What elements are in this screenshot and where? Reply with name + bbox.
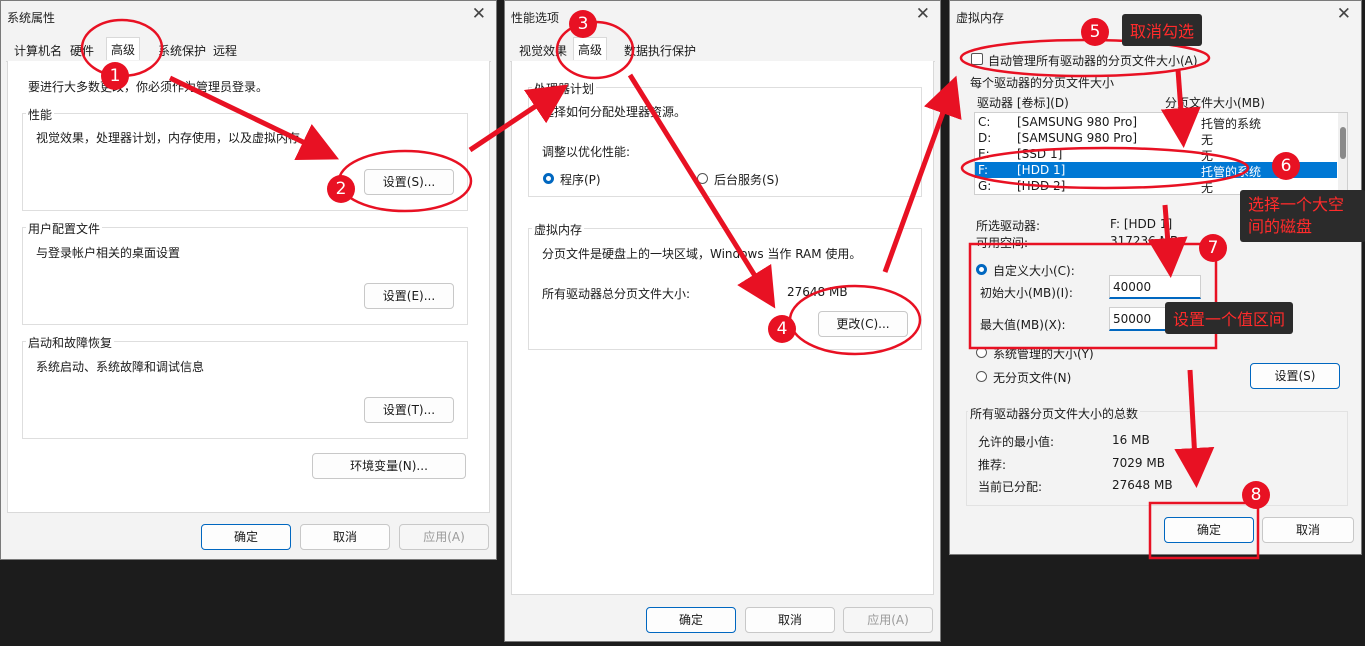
step-badge-3: 3 [569, 10, 597, 38]
step-badge-8: 8 [1242, 481, 1270, 509]
step-badge-1: 1 [101, 62, 129, 90]
step-badge-7: 7 [1199, 234, 1227, 262]
step-badge-4: 4 [768, 315, 796, 343]
arrow-6-to-7 [1147, 204, 1188, 278]
callout-set-range: 设置一个值区间 [1165, 302, 1294, 334]
highlight-change-button [788, 284, 922, 356]
callout-choose-disk: 选择一个大空 间的磁盘 [1240, 190, 1365, 242]
arrow-4-to-5 [882, 75, 962, 273]
step-badge-5: 5 [1081, 18, 1109, 46]
arrow-3-to-4 [627, 73, 776, 309]
highlight-drive-f [960, 146, 1250, 190]
highlight-settings-button [337, 149, 473, 213]
arrow-7-to-8 [1174, 369, 1215, 488]
highlight-ok-button [1148, 501, 1260, 560]
callout-choose-disk-line2: 间的磁盘 [1248, 217, 1313, 236]
arrow-5-to-6 [1160, 69, 1201, 148]
step-badge-6: 6 [1272, 152, 1300, 180]
arrow-2-to-3 [468, 84, 569, 153]
step-badge-2: 2 [327, 175, 355, 203]
arrow-1-to-2 [168, 75, 340, 161]
callout-choose-disk-line1: 选择一个大空 [1248, 195, 1345, 214]
callout-uncheck: 取消勾选 [1122, 14, 1203, 46]
annotation-overlay [80, 18, 1260, 560]
